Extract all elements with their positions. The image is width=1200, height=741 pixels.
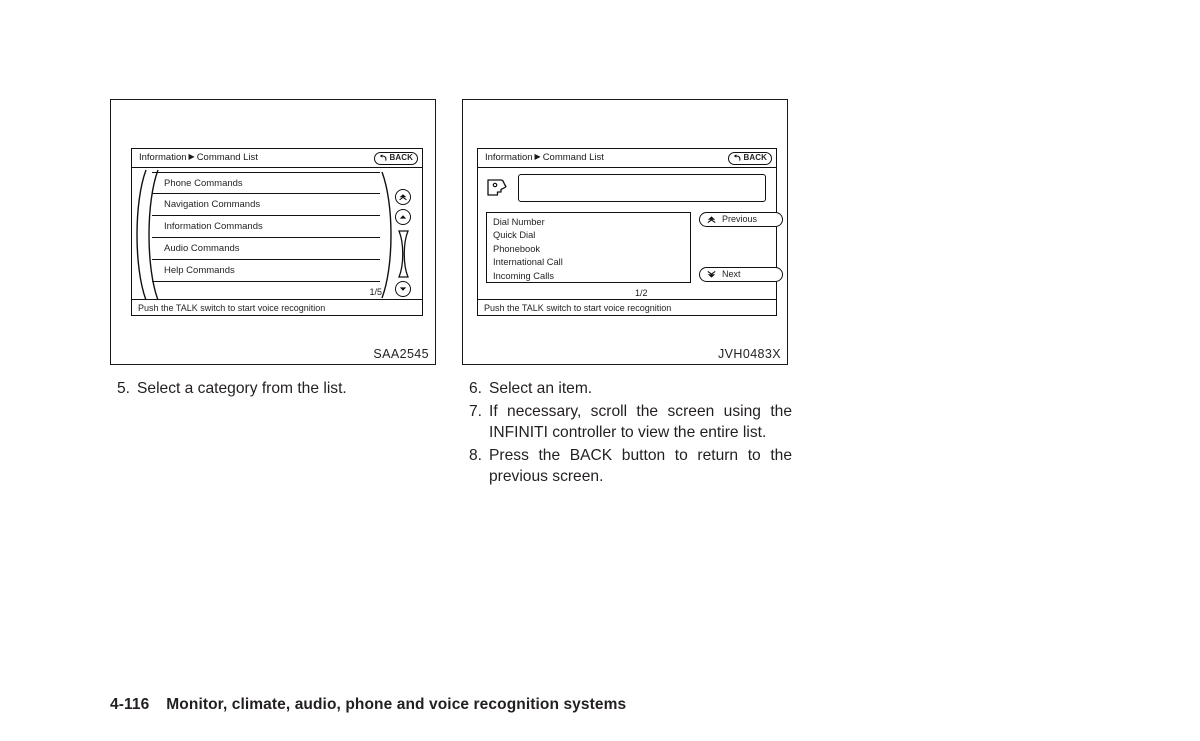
screen-header: Information ▶ Command List BACK (132, 149, 422, 168)
list-item-label: Navigation Commands (164, 199, 261, 210)
breadcrumb-separator-icon: ▶ (188, 152, 195, 161)
breadcrumb-root: Information (485, 152, 533, 163)
step-text: Select a category from the list. (137, 380, 347, 397)
category-list: Phone Commands Navigation Commands Infor… (152, 172, 380, 282)
previous-button[interactable]: Previous (699, 212, 783, 227)
page-footer: 4-116 Monitor, climate, audio, phone and … (110, 696, 626, 714)
scroll-controls (390, 189, 418, 299)
list-item-label: Audio Commands (164, 243, 240, 254)
figure-right: Information ▶ Command List BACK Dial Numbe… (462, 99, 788, 365)
list-item[interactable]: Navigation Commands (152, 194, 380, 216)
list-item[interactable]: Help Commands (152, 260, 380, 282)
breadcrumb-leaf: Command List (196, 152, 258, 163)
breadcrumb-root: Information (139, 152, 187, 163)
list-item-label: Help Commands (164, 265, 235, 276)
voice-command-input[interactable] (518, 174, 766, 202)
back-button[interactable]: BACK (374, 151, 418, 165)
back-button-label: BACK (743, 153, 767, 162)
step-item: 7. If necessary, scroll the screen using… (462, 401, 792, 444)
status-bar-text: Push the TALK switch to start voice reco… (484, 302, 672, 313)
section-title: Monitor, climate, audio, phone and voice… (166, 696, 627, 713)
list-item[interactable]: Dial Number (493, 216, 690, 229)
status-bar-text: Push the TALK switch to start voice reco… (138, 302, 326, 313)
double-chevron-up-icon (399, 194, 407, 201)
next-button[interactable]: Next (699, 267, 783, 282)
step-number: 6. (468, 380, 482, 397)
nav-screen-command-items: Information ▶ Command List BACK Dial Numbe… (477, 148, 783, 316)
list-item[interactable]: Phonebook (493, 243, 690, 256)
breadcrumb: Information ▶ Command List (139, 152, 258, 163)
list-item-label: Information Commands (164, 221, 263, 232)
speaking-head-icon (487, 179, 507, 196)
step-item: 8. Press the BACK button to return to th… (462, 445, 792, 488)
step-text: Select an item. (489, 380, 593, 397)
step-item: 6. Select an item. (462, 378, 792, 400)
step-item: 5. Select a category from the list. (110, 378, 440, 400)
chevron-up-icon (399, 215, 407, 219)
back-arrow-icon (734, 154, 741, 161)
list-item[interactable]: Information Commands (152, 216, 380, 238)
figure-code: JVH0483X (718, 347, 781, 361)
command-item-list: Dial Number Quick Dial Phonebook Interna… (486, 212, 691, 283)
scrollbar-thumb[interactable] (394, 229, 414, 279)
breadcrumb-leaf: Command List (542, 152, 604, 163)
list-item[interactable]: Incoming Calls (493, 270, 690, 283)
list-item[interactable]: Quick Dial (493, 229, 690, 242)
scroll-down-button[interactable] (395, 281, 411, 297)
page-number: 4-116 (110, 696, 150, 713)
list-item[interactable]: Audio Commands (152, 238, 380, 260)
figure-code: SAA2545 (373, 347, 429, 361)
double-chevron-up-icon (707, 216, 716, 224)
status-bar: Push the TALK switch to start voice reco… (478, 299, 776, 315)
page-indicator: 1/5 (369, 287, 382, 297)
next-button-label: Next (722, 269, 741, 279)
double-chevron-down-icon (707, 270, 716, 278)
scroll-up-button[interactable] (395, 209, 411, 225)
step-text: If necessary, scroll the screen using th… (489, 402, 792, 442)
list-item-label: Phone Commands (164, 178, 243, 189)
figure-left: Information ▶ Command List BACK Phone Comm… (110, 99, 436, 365)
status-bar: Push the TALK switch to start voice reco… (132, 299, 422, 315)
breadcrumb: Information ▶ Command List (485, 152, 604, 163)
step-number: 7. (468, 402, 482, 420)
previous-button-label: Previous (722, 214, 758, 224)
chevron-down-icon (399, 287, 407, 291)
list-item[interactable]: Phone Commands (152, 172, 380, 194)
category-list-area: Phone Commands Navigation Commands Infor… (132, 168, 422, 299)
nav-screen-command-categories: Information ▶ Command List BACK Phone Comm… (131, 148, 423, 316)
scroll-top-button[interactable] (395, 189, 411, 205)
step-number: 8. (468, 446, 482, 464)
steps-column-left: 5. Select a category from the list. (110, 378, 440, 401)
breadcrumb-separator-icon: ▶ (534, 152, 541, 161)
steps-column-right: 6. Select an item. 7. If necessary, scro… (462, 378, 792, 489)
page-indicator: 1/2 (635, 288, 648, 298)
back-button-label: BACK (389, 153, 413, 162)
step-text: Press the BACK button to return to the p… (489, 446, 792, 486)
back-arrow-icon (380, 154, 387, 161)
back-button[interactable]: BACK (728, 151, 772, 165)
step-number: 5. (116, 380, 130, 397)
screen-header: Information ▶ Command List BACK (478, 149, 776, 168)
list-item[interactable]: International Call (493, 256, 690, 269)
